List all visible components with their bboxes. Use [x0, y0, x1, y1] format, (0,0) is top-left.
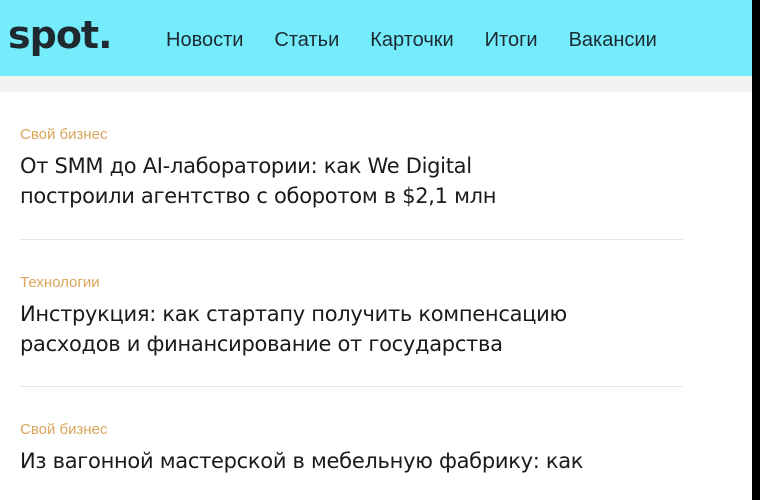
article-category[interactable]: Свой бизнес [20, 421, 683, 439]
article-item[interactable]: Свой бизнес От SMM до AI-лаборатории: ка… [20, 92, 683, 239]
site-header: spot. Новости Статьи Карточки Итоги Вака… [0, 0, 760, 76]
article-title-line: Из вагонной мастерской в мебельную фабри… [20, 449, 584, 473]
header-subbar [0, 76, 752, 92]
article-category[interactable]: Свой бизнес [20, 126, 683, 144]
article-item[interactable]: Технологии Инструкция: как стартапу полу… [20, 240, 683, 386]
nav-item-articles[interactable]: Статьи [274, 28, 339, 52]
nav-item-results[interactable]: Итоги [485, 28, 538, 52]
article-title-line: расходов и финансирование от государства [20, 332, 503, 356]
nav-item-news[interactable]: Новости [166, 28, 243, 52]
article-title[interactable]: От SMM до AI-лаборатории: как We Digital… [20, 151, 683, 211]
article-category[interactable]: Технологии [20, 274, 683, 292]
nav-item-cards[interactable]: Карточки [370, 28, 453, 52]
article-title-line: От SMM до AI-лаборатории: как We Digital [20, 154, 472, 178]
site-logo[interactable]: spot. [8, 11, 113, 59]
nav-item-vacancies[interactable]: Вакансии [569, 28, 657, 52]
article-title-line: построили агентство с оборотом в $2,1 мл… [20, 184, 497, 208]
article-title[interactable]: Из вагонной мастерской в мебельную фабри… [20, 446, 683, 476]
article-item[interactable]: Свой бизнес Из вагонной мастерской в меб… [20, 387, 683, 476]
main-nav: Новости Статьи Карточки Итоги Вакансии [166, 28, 688, 52]
article-title-line: Инструкция: как стартапу получить компен… [20, 302, 567, 326]
window-edge [752, 0, 760, 500]
article-feed: Свой бизнес От SMM до AI-лаборатории: ка… [0, 92, 752, 476]
article-title[interactable]: Инструкция: как стартапу получить компен… [20, 299, 683, 359]
